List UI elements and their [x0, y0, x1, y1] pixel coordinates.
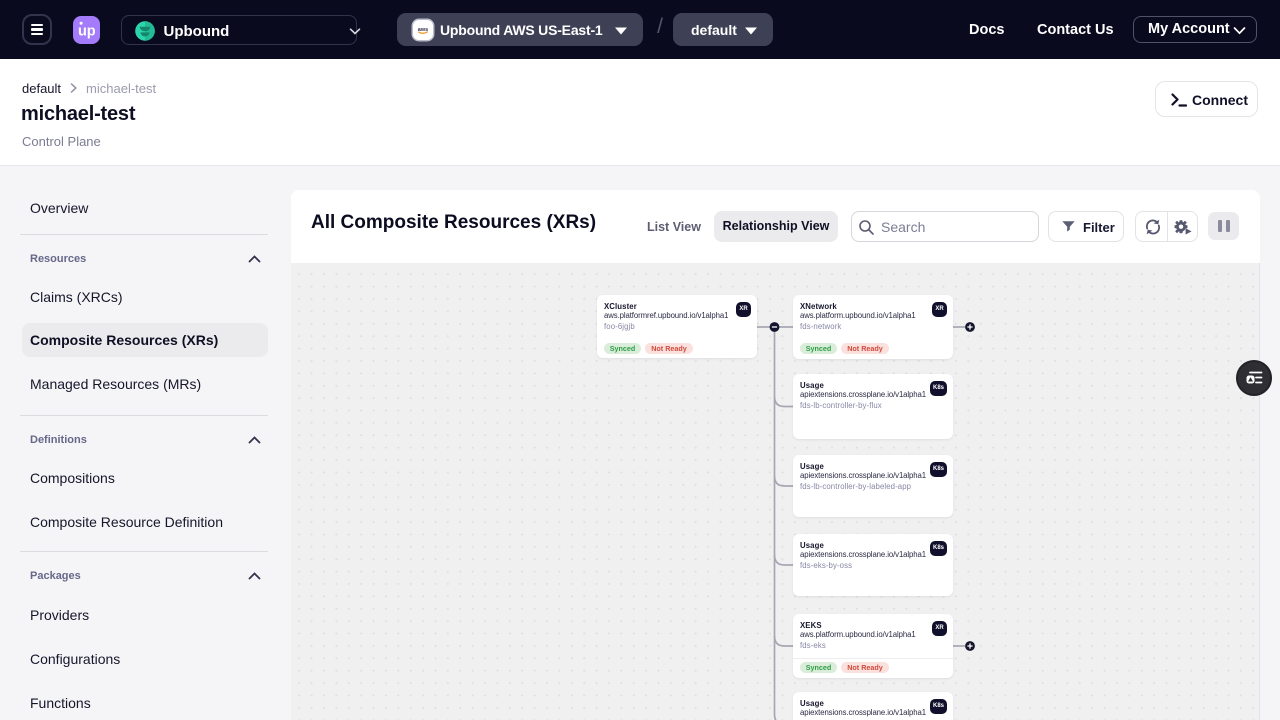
svg-text:up: up — [77, 24, 95, 40]
